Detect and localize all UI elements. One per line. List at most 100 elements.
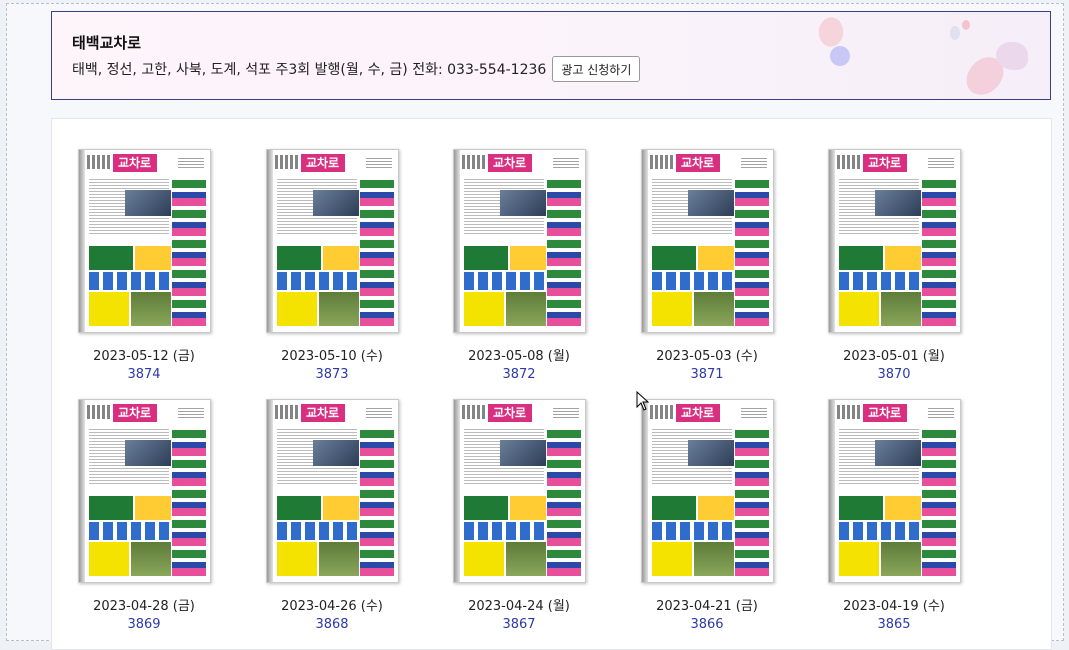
thumbnail-masthead: 교차로 bbox=[675, 404, 720, 422]
thumbnail-spine bbox=[266, 150, 273, 332]
thumbnail-masthead: 교차로 bbox=[300, 404, 345, 422]
issue-date: 2023-04-26 (수) bbox=[281, 599, 383, 614]
decoration-petal bbox=[962, 20, 970, 30]
thumbnail-ad-column bbox=[359, 176, 394, 326]
thumbnail-ad-block bbox=[463, 522, 546, 540]
decoration-petal bbox=[950, 26, 960, 40]
issue-card[interactable]: 교차로 2023-05-08 (월) 3872 bbox=[434, 149, 604, 382]
thumbnail-ad-block bbox=[651, 292, 692, 326]
issue-card[interactable]: 교차로 2023-05-12 (금) 3874 bbox=[59, 149, 229, 382]
issue-number-link[interactable]: 3874 bbox=[59, 367, 229, 382]
thumbnail-ad-block bbox=[509, 246, 546, 270]
thumbnail-ad-block bbox=[276, 542, 317, 576]
issue-thumbnail[interactable]: 교차로 bbox=[265, 149, 399, 333]
thumbnail-ad-block bbox=[463, 542, 504, 576]
thumbnail-ad-column bbox=[546, 426, 581, 576]
issue-number-link[interactable]: 3866 bbox=[622, 617, 792, 632]
thumbnail-top-strip bbox=[86, 155, 111, 169]
issue-thumbnail[interactable]: 교차로 bbox=[640, 149, 774, 333]
issue-date: 2023-05-10 (수) bbox=[281, 349, 383, 364]
thumbnail-top-strip bbox=[649, 405, 674, 419]
thumbnail-photo bbox=[874, 440, 921, 466]
issue-number-link[interactable]: 3868 bbox=[247, 617, 417, 632]
thumbnail-ad-block bbox=[276, 496, 321, 520]
issue-thumbnail[interactable]: 교차로 bbox=[452, 149, 586, 333]
thumbnail-ad-column bbox=[546, 176, 581, 326]
issue-thumbnail[interactable]: 교차로 bbox=[640, 399, 774, 583]
thumbnail-masthead: 교차로 bbox=[862, 404, 907, 422]
issue-date: 2023-04-28 (금) bbox=[93, 599, 195, 614]
thumbnail-spine bbox=[828, 150, 835, 332]
thumbnail-masthead: 교차로 bbox=[112, 154, 157, 172]
thumbnail-spine bbox=[78, 400, 85, 582]
thumbnail-ad-block bbox=[134, 246, 171, 270]
thumbnail-masthead: 교차로 bbox=[862, 154, 907, 172]
ad-request-button[interactable]: 광고 신청하기 bbox=[552, 56, 641, 82]
thumbnail-ad-block bbox=[838, 292, 879, 326]
issue-card[interactable]: 교차로 2023-04-21 (금) 3866 bbox=[622, 399, 792, 632]
thumbnail-ad-column bbox=[921, 426, 956, 576]
thumbnail-ad-block bbox=[322, 246, 359, 270]
issue-number-link[interactable]: 3867 bbox=[434, 617, 604, 632]
thumbnail-photo bbox=[312, 440, 359, 466]
thumbnail-ad-block bbox=[318, 292, 359, 326]
issue-thumbnail[interactable]: 교차로 bbox=[452, 399, 586, 583]
thumbnail-ad-block bbox=[838, 246, 883, 270]
thumbnail-ad-block bbox=[130, 292, 171, 326]
thumbnail-date-box bbox=[552, 156, 579, 168]
thumbnail-ad-block bbox=[505, 292, 546, 326]
thumbnail-spine bbox=[78, 150, 85, 332]
mouse-cursor-icon bbox=[636, 391, 650, 411]
thumbnail-masthead: 교차로 bbox=[487, 404, 532, 422]
thumbnail-ad-column bbox=[921, 176, 956, 326]
decoration-petal bbox=[996, 42, 1028, 70]
thumbnail-ad-block bbox=[88, 292, 129, 326]
thumbnail-top-strip bbox=[274, 155, 299, 169]
issue-card[interactable]: 교차로 2023-05-01 (월) 3870 bbox=[809, 149, 979, 382]
decoration-circle bbox=[830, 46, 850, 66]
issue-number-link[interactable]: 3873 bbox=[247, 367, 417, 382]
issue-card[interactable]: 교차로 2023-04-19 (수) 3865 bbox=[809, 399, 979, 632]
thumbnail-ad-block bbox=[88, 496, 133, 520]
thumbnail-ad-block bbox=[651, 272, 734, 290]
thumbnail-ad-block bbox=[697, 496, 734, 520]
issue-card[interactable]: 교차로 2023-05-10 (수) 3873 bbox=[247, 149, 417, 382]
issue-number-link[interactable]: 3871 bbox=[622, 367, 792, 382]
issue-date: 2023-04-21 (금) bbox=[656, 599, 758, 614]
thumbnail-ad-block bbox=[880, 542, 921, 576]
thumbnail-ad-block bbox=[838, 542, 879, 576]
issue-card[interactable]: 교차로 2023-05-03 (수) 3871 bbox=[622, 149, 792, 382]
thumbnail-masthead: 교차로 bbox=[112, 404, 157, 422]
issue-card[interactable]: 교차로 2023-04-26 (수) 3868 bbox=[247, 399, 417, 632]
issue-date: 2023-04-19 (수) bbox=[843, 599, 945, 614]
publication-title: 태백교차로 bbox=[72, 34, 142, 52]
thumbnail-ad-block bbox=[322, 496, 359, 520]
issue-date: 2023-05-08 (월) bbox=[468, 349, 570, 364]
issue-thumbnail[interactable]: 교차로 bbox=[77, 149, 211, 333]
thumbnail-date-box bbox=[365, 406, 392, 418]
thumbnail-top-strip bbox=[274, 405, 299, 419]
issue-card[interactable]: 교차로 2023-04-28 (금) 3869 bbox=[59, 399, 229, 632]
issue-thumbnail[interactable]: 교차로 bbox=[827, 149, 961, 333]
thumbnail-photo bbox=[499, 440, 546, 466]
thumbnail-ad-block bbox=[838, 272, 921, 290]
issue-number-link[interactable]: 3869 bbox=[59, 617, 229, 632]
issue-number-link[interactable]: 3865 bbox=[809, 617, 979, 632]
thumbnail-ad-block bbox=[463, 292, 504, 326]
issue-thumbnail[interactable]: 교차로 bbox=[827, 399, 961, 583]
thumbnail-ad-block bbox=[697, 246, 734, 270]
thumbnail-date-box bbox=[927, 156, 954, 168]
thumbnail-ad-block bbox=[651, 542, 692, 576]
thumbnail-top-strip bbox=[649, 155, 674, 169]
issue-card[interactable]: 교차로 2023-04-24 (월) 3867 bbox=[434, 399, 604, 632]
thumbnail-ad-block bbox=[130, 542, 171, 576]
issue-number-link[interactable]: 3870 bbox=[809, 367, 979, 382]
thumbnail-ad-column bbox=[171, 176, 206, 326]
thumbnail-ad-block bbox=[509, 496, 546, 520]
thumbnail-spine bbox=[453, 400, 460, 582]
issue-thumbnail[interactable]: 교차로 bbox=[77, 399, 211, 583]
decoration-petal bbox=[812, 13, 850, 51]
issue-thumbnail[interactable]: 교차로 bbox=[265, 399, 399, 583]
thumbnail-ad-block bbox=[463, 272, 546, 290]
issue-number-link[interactable]: 3872 bbox=[434, 367, 604, 382]
